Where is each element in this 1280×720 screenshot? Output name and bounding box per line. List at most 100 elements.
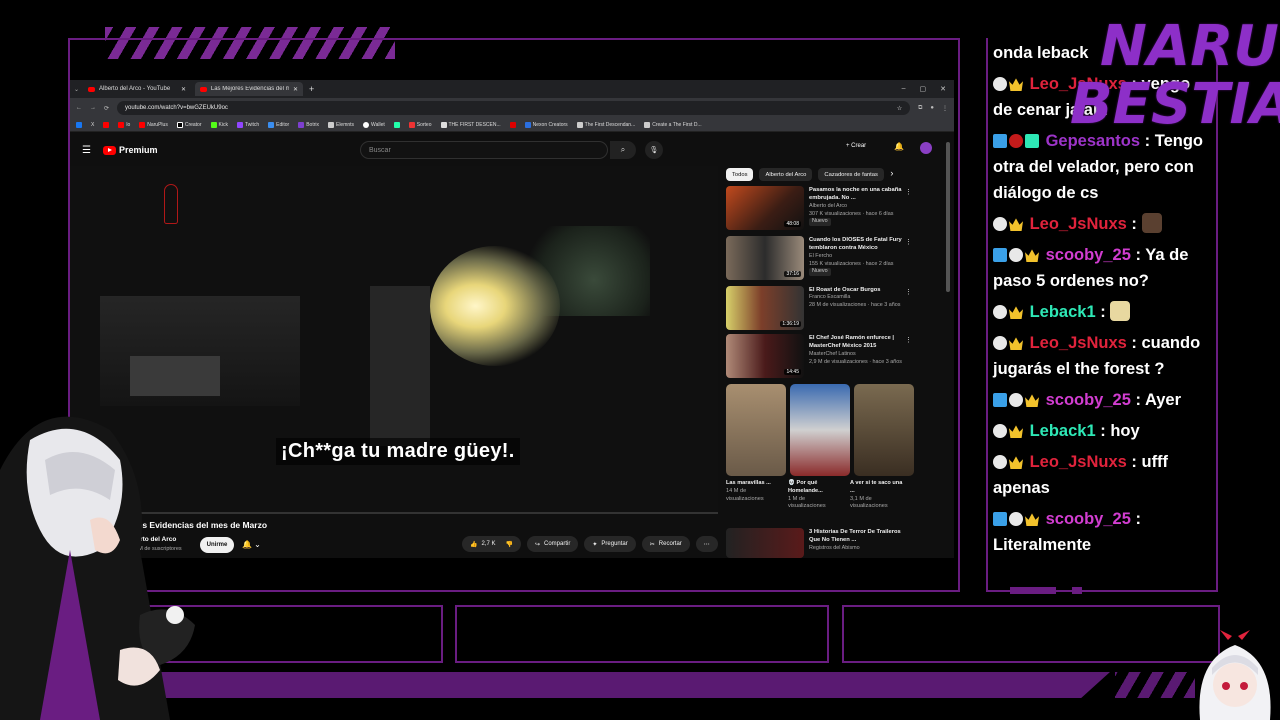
chat-frame-dot xyxy=(1072,587,1082,594)
maximize-icon[interactable]: ▢ xyxy=(920,85,927,93)
create-button[interactable]: + Crear xyxy=(846,143,866,149)
badge-icon xyxy=(1009,393,1023,407)
share-button[interactable]: ↪ Compartir xyxy=(526,536,579,552)
crown-icon xyxy=(1009,78,1023,91)
short-thumbnail[interactable] xyxy=(854,384,914,476)
more-button[interactable]: ⋯ xyxy=(695,536,718,552)
short-thumbnail[interactable] xyxy=(726,384,786,476)
ask-button[interactable]: ✦ Preguntar xyxy=(584,536,636,552)
chat-message: scooby_25 : Ayer xyxy=(993,387,1213,413)
close-icon[interactable]: ✕ xyxy=(181,86,186,93)
more-options-icon[interactable]: ⋮ xyxy=(905,238,912,246)
chat-message: Leo_JsNuxs : xyxy=(993,211,1213,237)
microphone-icon[interactable]: 🎙 xyxy=(645,141,663,159)
search-icon[interactable]: ⌕ xyxy=(610,141,636,159)
star-icon[interactable]: ☆ xyxy=(897,105,902,112)
youtube-icon xyxy=(88,86,96,92)
bookmark-first-descendant-2[interactable]: The First Descendan... xyxy=(576,121,635,128)
video-meta: 3 Historias De Terror De Traileros Que N… xyxy=(809,529,901,551)
forward-icon[interactable]: → xyxy=(90,105,96,111)
bookmark-create[interactable]: Create a The First D... xyxy=(644,121,702,128)
video-scene-flashlight xyxy=(430,246,560,366)
recommended-video[interactable]: 3 Historias De Terror De Traileros Que N… xyxy=(726,528,910,558)
youtube-logo[interactable]: Premium xyxy=(102,145,157,155)
url-text: youtube.com/watch?v=bwGZEUkU9oc xyxy=(125,105,228,111)
chip-todos[interactable]: Todos xyxy=(726,168,754,181)
chat-message: Leback1 : hoy xyxy=(993,418,1213,444)
close-icon[interactable]: ✕ xyxy=(293,86,298,93)
bookmark-wallet[interactable]: Wallet xyxy=(363,121,385,128)
recommended-video[interactable]: 1:36:19 El Roast de Oscar Burgos Franco … xyxy=(726,286,912,330)
thumbs-down-icon[interactable]: 👎 xyxy=(506,541,513,548)
bookmark-creator[interactable]: Creator xyxy=(176,121,202,128)
chat-message: scooby_25 : Literalmente xyxy=(993,510,1141,554)
recommended-video[interactable]: 37:16 Cuando los DIOSES de Fatal Fury te… xyxy=(726,236,912,280)
tab-list-icon[interactable]: ⌄ xyxy=(74,86,79,93)
search-input[interactable]: Buscar xyxy=(360,141,608,159)
bookmark-kick[interactable]: Kick xyxy=(210,121,228,128)
bookmark-nexon[interactable]: Nexon Creators xyxy=(524,121,568,128)
chevron-right-icon[interactable]: › xyxy=(890,168,893,181)
recommended-video[interactable]: 14:45 El Chef José Ramón enfurece | Mast… xyxy=(726,334,912,378)
bookmark-elemnts[interactable]: Elemnts xyxy=(327,121,354,128)
bookmark-x[interactable]: X xyxy=(91,122,94,128)
bookmark-sorteo[interactable]: Sorteo xyxy=(408,121,432,128)
scrollbar[interactable] xyxy=(946,142,950,292)
close-window-icon[interactable]: ✕ xyxy=(940,85,946,93)
tab-channel[interactable]: Alberto del Arco - YouTube ✕ xyxy=(83,82,191,96)
video-meta: Cuando los DIOSES de Fatal Fury temblaro… xyxy=(809,237,902,277)
bookmark-naruplus[interactable]: NaruPlus xyxy=(139,121,168,128)
channel-logo: NARU BESTIA xyxy=(1070,14,1280,137)
bookmark-red[interactable] xyxy=(509,121,516,128)
bookmark-first-descendant[interactable]: THE FIRST DESCEN... xyxy=(440,121,501,128)
reload-icon[interactable]: ⟳ xyxy=(104,105,109,112)
tab-video[interactable]: Las Mejores Evidencias del mes ✕ xyxy=(195,82,304,96)
hamburger-icon[interactable]: ☰ xyxy=(82,145,91,156)
video-meta: Pasamos la noche en una cabaña embrujada… xyxy=(809,187,902,227)
bookmark-misc[interactable] xyxy=(393,121,400,128)
extensions-icon[interactable]: ⧉ xyxy=(918,105,922,112)
badge-icon xyxy=(993,305,1007,319)
url-field[interactable]: youtube.com/watch?v=bwGZEUkU9oc ☆ xyxy=(117,101,911,115)
avatar[interactable] xyxy=(920,142,932,154)
clip-button[interactable]: ✂ Recortar xyxy=(641,536,690,552)
like-button[interactable]: 👍 2,7 K 👎 xyxy=(462,536,521,552)
window-controls: – ▢ ✕ xyxy=(902,85,954,93)
short-thumbnail[interactable] xyxy=(790,384,850,476)
tab-label: Alberto del Arco - YouTube xyxy=(99,86,171,92)
menu-icon[interactable]: ⋮ xyxy=(942,105,948,112)
badge-icon xyxy=(993,77,1007,91)
video-thumbnail: 14:45 xyxy=(726,334,804,378)
arrow-badge-icon xyxy=(993,393,1007,407)
vtuber-avatar-right xyxy=(1199,630,1271,720)
crown-icon xyxy=(1025,513,1039,526)
bookmark-botrix[interactable]: Botrix xyxy=(298,121,319,128)
bookmark-editor[interactable]: Editor xyxy=(268,121,289,128)
youtube-header: ☰ Premium Buscar ⌕ 🎙 + Crear 🔔 xyxy=(70,136,954,164)
minimize-icon[interactable]: – xyxy=(902,85,906,93)
more-options-icon[interactable]: ⋮ xyxy=(905,288,912,296)
arrow-badge-icon xyxy=(993,248,1007,262)
notifications-icon[interactable]: 🔔 xyxy=(894,142,904,151)
back-icon[interactable]: ← xyxy=(76,105,82,111)
bookmark-youtube[interactable] xyxy=(103,121,110,128)
video-scene-pillar xyxy=(370,286,430,446)
badge-icon xyxy=(1009,248,1023,262)
bookmark-youtube-2[interactable]: lo xyxy=(118,121,130,128)
profile-icon[interactable]: ● xyxy=(930,105,934,111)
new-tab-icon[interactable]: + xyxy=(309,84,314,94)
thumbs-up-icon: 👍 xyxy=(470,541,478,548)
bottom-stripe xyxy=(150,672,1110,698)
chip-channel[interactable]: Alberto del Arco xyxy=(759,168,813,181)
bookmark-twitch[interactable]: Twitch xyxy=(236,121,259,128)
more-options-icon[interactable]: ⋮ xyxy=(905,336,912,344)
badge-icon xyxy=(1009,512,1023,526)
notification-bell-icon[interactable]: 🔔 ⌄ xyxy=(242,540,261,549)
arrow-badge-icon xyxy=(993,134,1007,148)
bookmark-facebook[interactable] xyxy=(76,121,82,128)
chip-ghost-hunters[interactable]: Cazadores de fantas xyxy=(818,168,885,181)
recommended-video[interactable]: 48:08 Pasamos la noche en una cabaña emb… xyxy=(726,186,912,230)
crown-icon xyxy=(1009,337,1023,350)
more-options-icon[interactable]: ⋮ xyxy=(905,188,912,196)
tab-bar: ⌄ Alberto del Arco - YouTube ✕ Las Mejor… xyxy=(70,80,954,98)
